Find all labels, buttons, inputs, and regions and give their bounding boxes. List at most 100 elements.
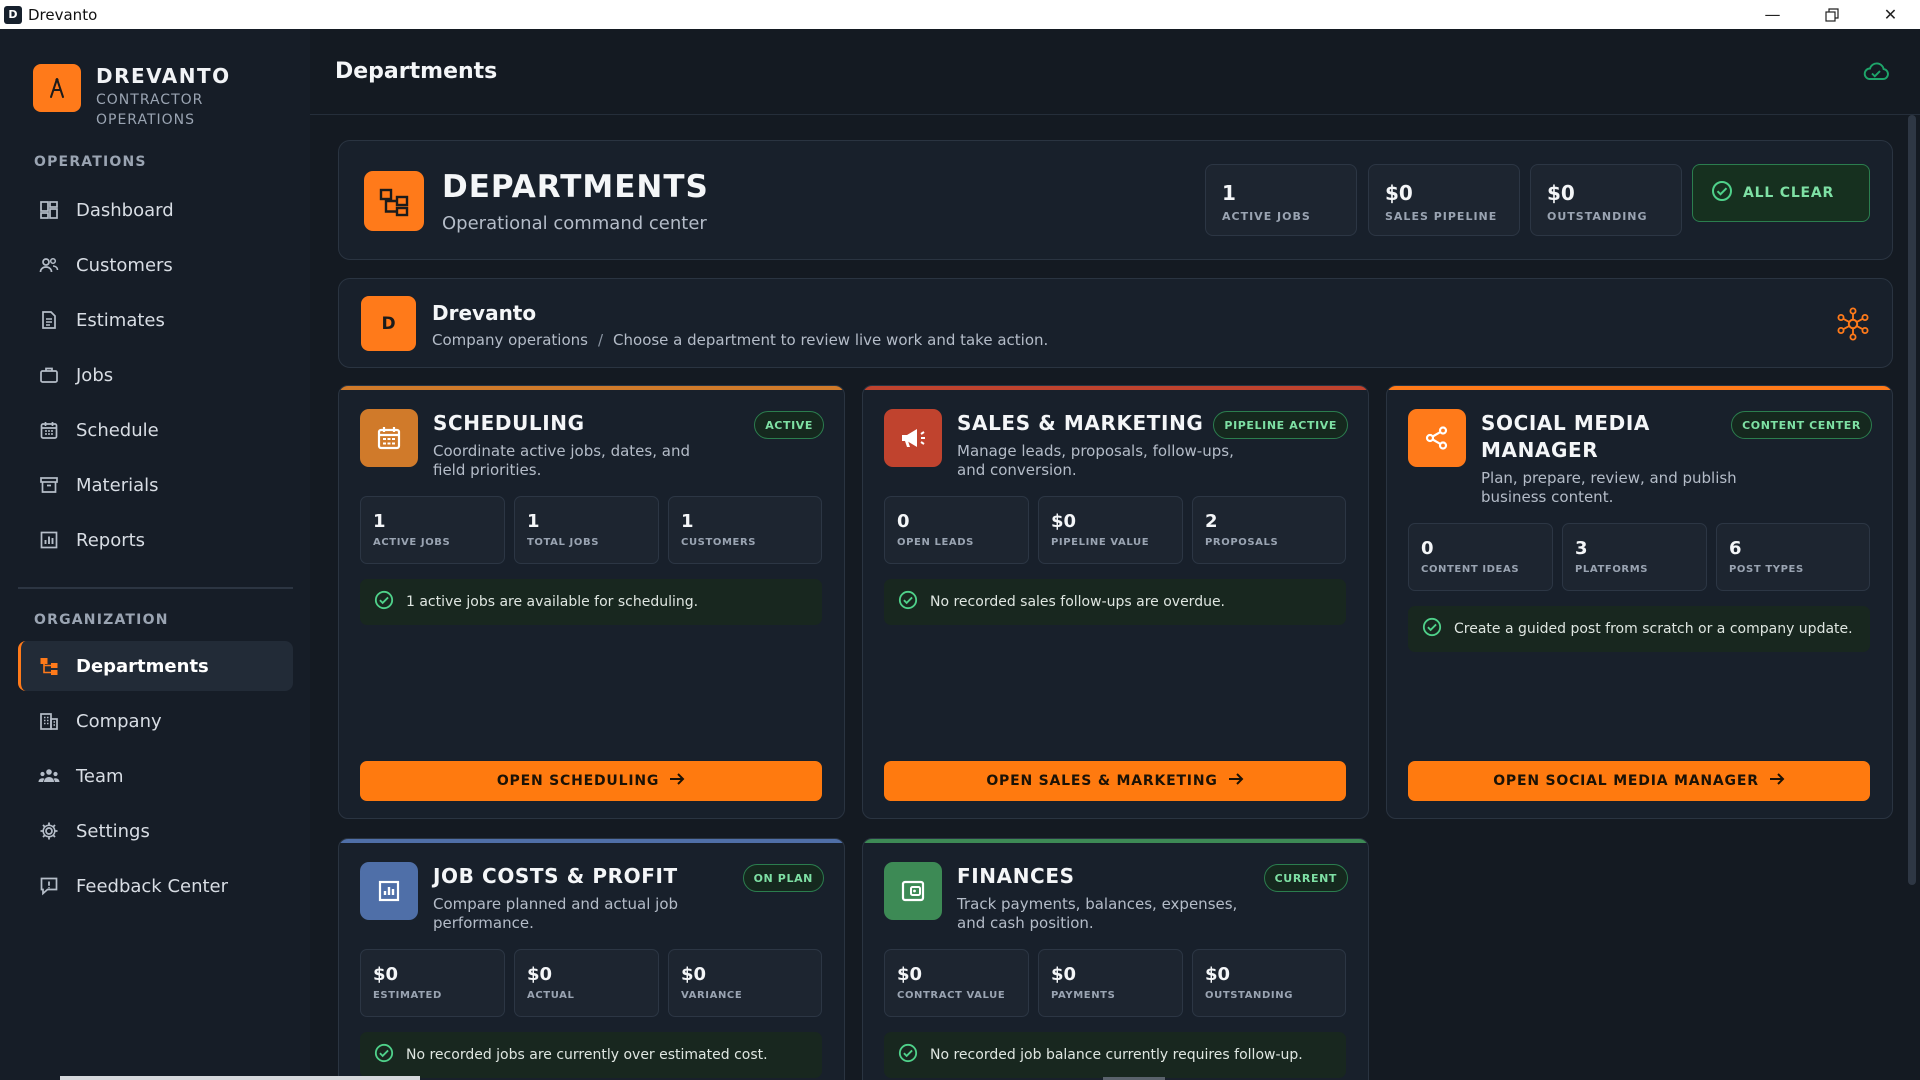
breadcrumb-separator: / [597, 331, 604, 349]
stat-value: $0 [897, 964, 923, 985]
stat-variance: $0 VARIANCE [668, 949, 822, 1017]
sidebar-item-label: Feedback Center [76, 875, 229, 897]
share-icon [1408, 409, 1466, 467]
company-name: Drevanto [432, 301, 537, 325]
stat-content-ideas: 0 CONTENT IDEAS [1408, 523, 1553, 591]
app-icon: D [4, 5, 22, 24]
minimize-button[interactable]: — [1743, 0, 1802, 29]
nav-section-organization: ORGANIZATION [34, 612, 169, 628]
open-scheduling-button[interactable]: OPEN SCHEDULING [360, 761, 822, 801]
breadcrumb: Company operations / Choose a department… [432, 331, 1048, 349]
breadcrumb-description: Choose a department to review live work … [613, 331, 1049, 349]
sidebar-item-materials[interactable]: Materials [18, 460, 293, 510]
card-title: SCHEDULING [433, 411, 585, 435]
departments-hero: DEPARTMENTS Operational command center 1… [338, 140, 1893, 260]
sidebar-item-customers[interactable]: Customers [18, 240, 293, 290]
status-badge: ACTIVE [754, 411, 824, 439]
sidebar-item-estimates[interactable]: Estimates [18, 295, 293, 345]
hero-stat-active-jobs: 1 ACTIVE JOBS [1205, 164, 1357, 236]
cloud-sync-icon[interactable] [1862, 62, 1890, 82]
stat-actual: $0 ACTUAL [514, 949, 659, 1017]
sidebar-item-company[interactable]: Company [18, 696, 293, 746]
open-social-media-manager-button[interactable]: OPEN SOCIAL MEDIA MANAGER [1408, 761, 1870, 801]
breadcrumb-item[interactable]: Company operations [432, 331, 588, 349]
nav-section-operations: OPERATIONS [34, 154, 147, 170]
stat-customers: 1 CUSTOMERS [668, 496, 822, 564]
stat-label: OUTSTANDING [1547, 210, 1648, 223]
stat-label: ACTIVE JOBS [373, 537, 451, 548]
note-text: No recorded jobs are currently over esti… [406, 1047, 768, 1063]
hero-stat-sales-pipeline: $0 SALES PIPELINE [1368, 164, 1520, 236]
check-circle-icon [374, 590, 394, 614]
note-text: 1 active jobs are available for scheduli… [406, 594, 699, 610]
company-avatar: D [361, 296, 416, 351]
stat-pipeline-value: $0 PIPELINE VALUE [1038, 496, 1183, 564]
check-circle-icon [1711, 180, 1733, 206]
maximize-button[interactable] [1802, 0, 1861, 29]
stat-value: $0 [681, 964, 707, 985]
card-description: Track payments, balances, expenses, and … [957, 895, 1238, 932]
sidebar-item-label: Customers [76, 254, 173, 276]
stat-value: $0 [1547, 181, 1575, 205]
main-scrollbar[interactable] [1908, 115, 1916, 885]
horizontal-scrollbar-thumb[interactable] [60, 1076, 420, 1080]
compass-logo-icon [33, 64, 81, 112]
card-stats: 0 CONTENT IDEAS 3 PLATFORMS 6 POST TYPES [1408, 523, 1870, 591]
stat-outstanding: $0 OUTSTANDING [1192, 949, 1346, 1017]
card-description: Manage leads, proposals, follow-ups, and… [957, 442, 1234, 479]
sidebar-item-dashboard[interactable]: Dashboard [18, 185, 293, 235]
button-label: OPEN SALES & MARKETING [986, 773, 1218, 789]
stat-active-jobs: 1 ACTIVE JOBS [360, 496, 505, 564]
stat-label: ACTIVE JOBS [1222, 210, 1311, 223]
sidebar-item-label: Jobs [76, 364, 114, 386]
card-stats: $0 CONTRACT VALUE $0 PAYMENTS $0 OUTSTANDIN… [884, 949, 1346, 1017]
window-titlebar: D Drevanto — ✕ [0, 0, 1920, 29]
brand-subtitle-line-2: OPERATIONS [96, 112, 196, 128]
org-chart-icon [38, 655, 60, 677]
top-header: Departments [310, 29, 1920, 115]
sidebar-item-settings[interactable]: Settings [18, 806, 293, 856]
stat-label: PROPOSALS [1205, 537, 1279, 548]
calendar-icon [360, 409, 418, 467]
network-hub-icon [1836, 307, 1870, 341]
stat-value: $0 [1051, 964, 1077, 985]
check-circle-icon [374, 1043, 394, 1067]
brand[interactable]: DREVANTO CONTRACTOR OPERATIONS [33, 64, 231, 130]
card-note: 1 active jobs are available for scheduli… [360, 579, 822, 625]
card-stats: $0 ESTIMATED $0 ACTUAL $0 VARIANCE [360, 949, 822, 1017]
card-accent-bar [863, 386, 1368, 390]
box-icon [38, 474, 60, 496]
building-icon [38, 710, 60, 732]
stat-value: 2 [1205, 511, 1218, 532]
team-icon [38, 765, 60, 787]
sidebar-item-departments[interactable]: Departments [18, 641, 293, 691]
sidebar-item-reports[interactable]: Reports [18, 515, 293, 565]
arrow-right-icon [1769, 772, 1785, 790]
sidebar-item-schedule[interactable]: Schedule [18, 405, 293, 455]
sidebar-item-label: Estimates [76, 309, 165, 331]
card-accent-bar [1387, 386, 1892, 390]
sidebar-divider [18, 587, 293, 589]
close-button[interactable]: ✕ [1861, 0, 1920, 29]
sidebar-item-feedback-center[interactable]: Feedback Center [18, 861, 293, 911]
sidebar-item-label: Dashboard [76, 199, 174, 221]
note-text: Create a guided post from scratch or a c… [1454, 621, 1853, 637]
stat-value: 1 [527, 511, 540, 532]
stat-value: $0 [527, 964, 553, 985]
sidebar-item-label: Schedule [76, 419, 159, 441]
all-clear-status: ALL CLEAR [1692, 164, 1870, 222]
card-note: No recorded jobs are currently over esti… [360, 1032, 822, 1078]
card-title: SALES & MARKETING [957, 411, 1204, 435]
status-badge: PIPELINE ACTIVE [1213, 411, 1348, 439]
sidebar-item-jobs[interactable]: Jobs [18, 350, 293, 400]
card-note: Create a guided post from scratch or a c… [1408, 606, 1870, 652]
hero-subtitle: Operational command center [442, 213, 707, 234]
check-circle-icon [898, 1043, 918, 1067]
sidebar-item-label: Reports [76, 529, 146, 551]
arrow-right-icon [1228, 772, 1244, 790]
open-sales-marketing-button[interactable]: OPEN SALES & MARKETING [884, 761, 1346, 801]
stat-value: $0 [1385, 181, 1413, 205]
document-icon [38, 309, 60, 331]
sidebar-item-team[interactable]: Team [18, 751, 293, 801]
customers-icon [38, 254, 60, 276]
